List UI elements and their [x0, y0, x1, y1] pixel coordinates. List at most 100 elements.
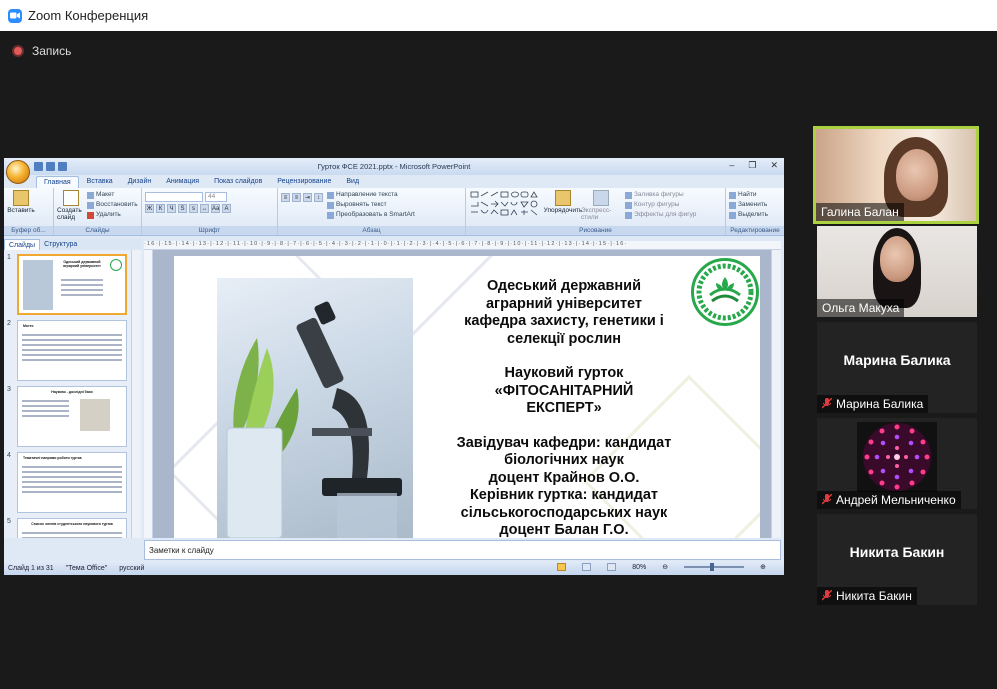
select-button[interactable]: Выделить: [729, 210, 781, 220]
tab-review[interactable]: Рецензирование: [270, 176, 338, 188]
shape-outline-button[interactable]: Контур фигуры: [625, 200, 696, 210]
tab-outline[interactable]: Структура: [40, 239, 81, 250]
indent-icon[interactable]: ⇥: [303, 193, 312, 202]
shape-effects-button[interactable]: Эффекты для фигур: [625, 210, 696, 220]
window-controls: – ❐ ✕: [729, 160, 778, 171]
office-button[interactable]: [6, 160, 30, 184]
text-direction-button[interactable]: Направление текста: [327, 190, 415, 200]
muted-mic-icon: [821, 589, 833, 601]
thumb-title: Науково - дослідні бази: [51, 390, 93, 394]
smartart-icon: [327, 211, 334, 219]
slide-line: Одеський державний: [486, 278, 642, 294]
slide-line: сільськогосподарських наук: [460, 504, 668, 521]
thumb-title: Тематичні напрями роботи гуртка: [23, 456, 82, 460]
group-label-editing: Редактирование: [726, 226, 784, 235]
zoom-controls: 80% ⊖ ⊕: [553, 563, 774, 571]
participant-tile-olga[interactable]: Ольга Макуха: [817, 226, 977, 317]
italic-icon[interactable]: К: [156, 204, 165, 213]
participant-tile-nikita[interactable]: Никита Бакин Никита Бакин: [817, 514, 977, 605]
slide-thumbnail-4[interactable]: Тематичні напрями роботи гуртка: [17, 452, 127, 513]
close-icon[interactable]: ✕: [770, 160, 778, 171]
layout-icon: [87, 191, 94, 199]
thumb-number: 2: [7, 320, 11, 327]
group-label-font: Шрифт: [142, 226, 277, 235]
font-name-box[interactable]: [145, 192, 203, 202]
vertical-ruler: [144, 250, 153, 538]
slide-thumbnail-5[interactable]: Список членів студентського наукового гу…: [17, 518, 127, 538]
reset-button[interactable]: Восстановить: [87, 200, 138, 210]
tab-animation[interactable]: Анимация: [159, 176, 206, 188]
replace-button[interactable]: Заменить: [729, 200, 781, 210]
ppt-window-title: Гурток ФСЕ 2021.pptx - Microsoft PowerPo…: [317, 162, 471, 171]
slide-thumbnails: 1 Одеський державний аграрний університе…: [4, 250, 142, 538]
zoom-title-bar: Zoom Конференция: [0, 0, 997, 31]
quick-styles-button[interactable]: Экспресс-стили: [581, 190, 621, 221]
zoom-window-title: Zoom Конференция: [28, 8, 149, 23]
slide-line: доцент Балан Г.О.: [499, 522, 629, 538]
participant-name-bar: Андрей Мельниченко: [817, 491, 961, 509]
slideshow-view-icon[interactable]: [607, 563, 617, 571]
font-color-icon[interactable]: A: [222, 204, 231, 213]
group-clipboard: Вставить Буфер об...: [4, 188, 54, 235]
slide-line: аграрний університет: [485, 295, 643, 312]
slide-line: доцент Крайнов О.О.: [488, 469, 640, 486]
tab-slides[interactable]: Слайды: [4, 239, 41, 250]
thumb-title: Мотто: [23, 324, 34, 328]
ribbon-tabs: Главная Вставка Дизайн Анимация Показ сл…: [4, 175, 784, 188]
bold-icon[interactable]: Ж: [145, 204, 154, 213]
spacing-icon[interactable]: ↔: [200, 204, 209, 213]
group-paragraph: ≡ ≡ ⇥ ↕ Направление текста Выровнять текст …: [278, 188, 466, 235]
slide-thumbnail-3[interactable]: Науково - дослідні бази: [17, 386, 127, 447]
find-button[interactable]: Найти: [729, 190, 781, 200]
tab-slideshow[interactable]: Показ слайдов: [207, 176, 269, 188]
tab-design[interactable]: Дизайн: [121, 176, 159, 188]
slide-line: біологічних наук: [504, 452, 624, 468]
paste-button[interactable]: Вставить: [7, 190, 35, 214]
participant-tile-andrei[interactable]: Андрей Мельниченко: [817, 418, 977, 509]
layout-button[interactable]: Макет: [87, 190, 138, 200]
create-slide-button[interactable]: Создать слайд: [57, 190, 85, 221]
normal-view-icon[interactable]: [557, 563, 567, 571]
tab-view[interactable]: Вид: [339, 176, 366, 188]
bullets-icon[interactable]: ≡: [281, 193, 290, 202]
tab-insert[interactable]: Вставка: [80, 176, 120, 188]
smartart-button[interactable]: Преобразовать в SmartArt: [327, 210, 415, 220]
zoom-level[interactable]: 80%: [632, 564, 646, 571]
case-icon[interactable]: Aa: [211, 204, 220, 213]
slide-thumbnail-1[interactable]: Одеський державний аграрний університет: [17, 254, 127, 315]
participant-display-name: Никита Бакин: [849, 544, 945, 560]
theme-name: "Тема Office": [65, 564, 108, 572]
delete-icon: [87, 211, 94, 219]
shapes-gallery[interactable]: [469, 190, 545, 218]
underline-icon[interactable]: Ч: [167, 204, 176, 213]
participant-tile-maryna[interactable]: Марина Балика Марина Балика: [817, 322, 977, 413]
delete-slide-button[interactable]: Удалить: [87, 210, 138, 220]
slide-1[interactable]: Одеський державний аграрний університет …: [174, 256, 760, 538]
tab-home[interactable]: Главная: [36, 176, 79, 188]
thumbnails-scrollbar[interactable]: [131, 250, 140, 538]
recording-indicator[interactable]: Запись: [0, 31, 997, 71]
slide-notes[interactable]: Заметки к слайду: [144, 540, 781, 560]
strike-icon[interactable]: S: [178, 204, 187, 213]
minimize-icon[interactable]: –: [729, 160, 734, 171]
restore-icon[interactable]: ❐: [748, 160, 756, 171]
zoom-slider[interactable]: [684, 563, 745, 571]
shape-fill-button[interactable]: Заливка фигуры: [625, 190, 696, 200]
numbering-icon[interactable]: ≡: [292, 193, 301, 202]
slide-line: Науковий гурток: [504, 365, 624, 381]
outline-icon: [625, 201, 632, 209]
zoom-in-icon[interactable]: ⊕: [760, 563, 766, 571]
slide-title-text[interactable]: Одеський державний аграрний університет …: [429, 278, 699, 538]
zoom-out-icon[interactable]: ⊖: [662, 563, 668, 571]
led-lamp-avatar: [863, 423, 931, 491]
line-spacing-icon[interactable]: ↕: [314, 193, 323, 202]
arrange-button[interactable]: Упорядочить: [544, 190, 582, 221]
slide-scrollbar[interactable]: [771, 250, 781, 538]
shadow-icon[interactable]: s: [189, 204, 198, 213]
sorter-view-icon[interactable]: [582, 563, 592, 571]
slide-thumbnail-2[interactable]: Мотто: [17, 320, 127, 381]
align-text-button[interactable]: Выровнять текст: [327, 200, 415, 210]
text-direction-icon: [327, 191, 334, 199]
font-size-box[interactable]: 44: [205, 192, 227, 202]
participant-tile-galyna[interactable]: Галина Балан: [813, 126, 979, 224]
